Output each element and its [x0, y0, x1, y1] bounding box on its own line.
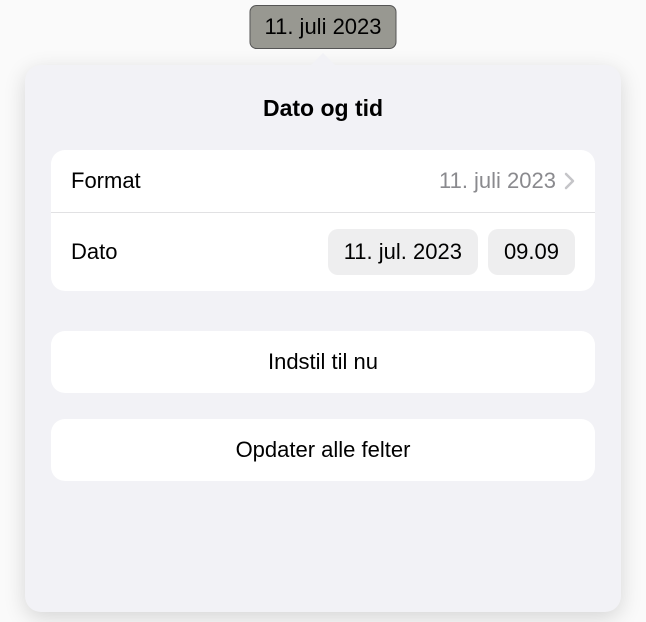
update-all-fields-button[interactable]: Opdater alle felter [51, 419, 595, 481]
update-all-section: Opdater alle felter [51, 419, 595, 481]
date-row: Dato 11. jul. 2023 09.09 [51, 212, 595, 291]
settings-group: Format 11. juli 2023 Dato 11. jul. 2023 … [51, 150, 595, 291]
popover-title: Dato og tid [51, 95, 595, 122]
selected-date-chip[interactable]: 11. juli 2023 [249, 5, 396, 49]
update-all-fields-label: Opdater alle felter [236, 437, 411, 463]
format-label: Format [71, 168, 141, 194]
selected-date-text: 11. juli 2023 [264, 14, 381, 39]
set-to-now-label: Indstil til nu [268, 349, 378, 375]
set-to-now-button[interactable]: Indstil til nu [51, 331, 595, 393]
time-picker-button[interactable]: 09.09 [488, 229, 575, 275]
date-time-popover: Dato og tid Format 11. juli 2023 Dato 11… [25, 65, 621, 612]
time-picker-value: 09.09 [504, 239, 559, 264]
chevron-right-icon [564, 172, 575, 190]
date-picker-value: 11. jul. 2023 [344, 239, 462, 264]
format-row[interactable]: Format 11. juli 2023 [51, 150, 595, 212]
set-now-section: Indstil til nu [51, 331, 595, 393]
format-value: 11. juli 2023 [439, 168, 556, 194]
date-picker-button[interactable]: 11. jul. 2023 [328, 229, 478, 275]
date-label: Dato [71, 239, 117, 265]
